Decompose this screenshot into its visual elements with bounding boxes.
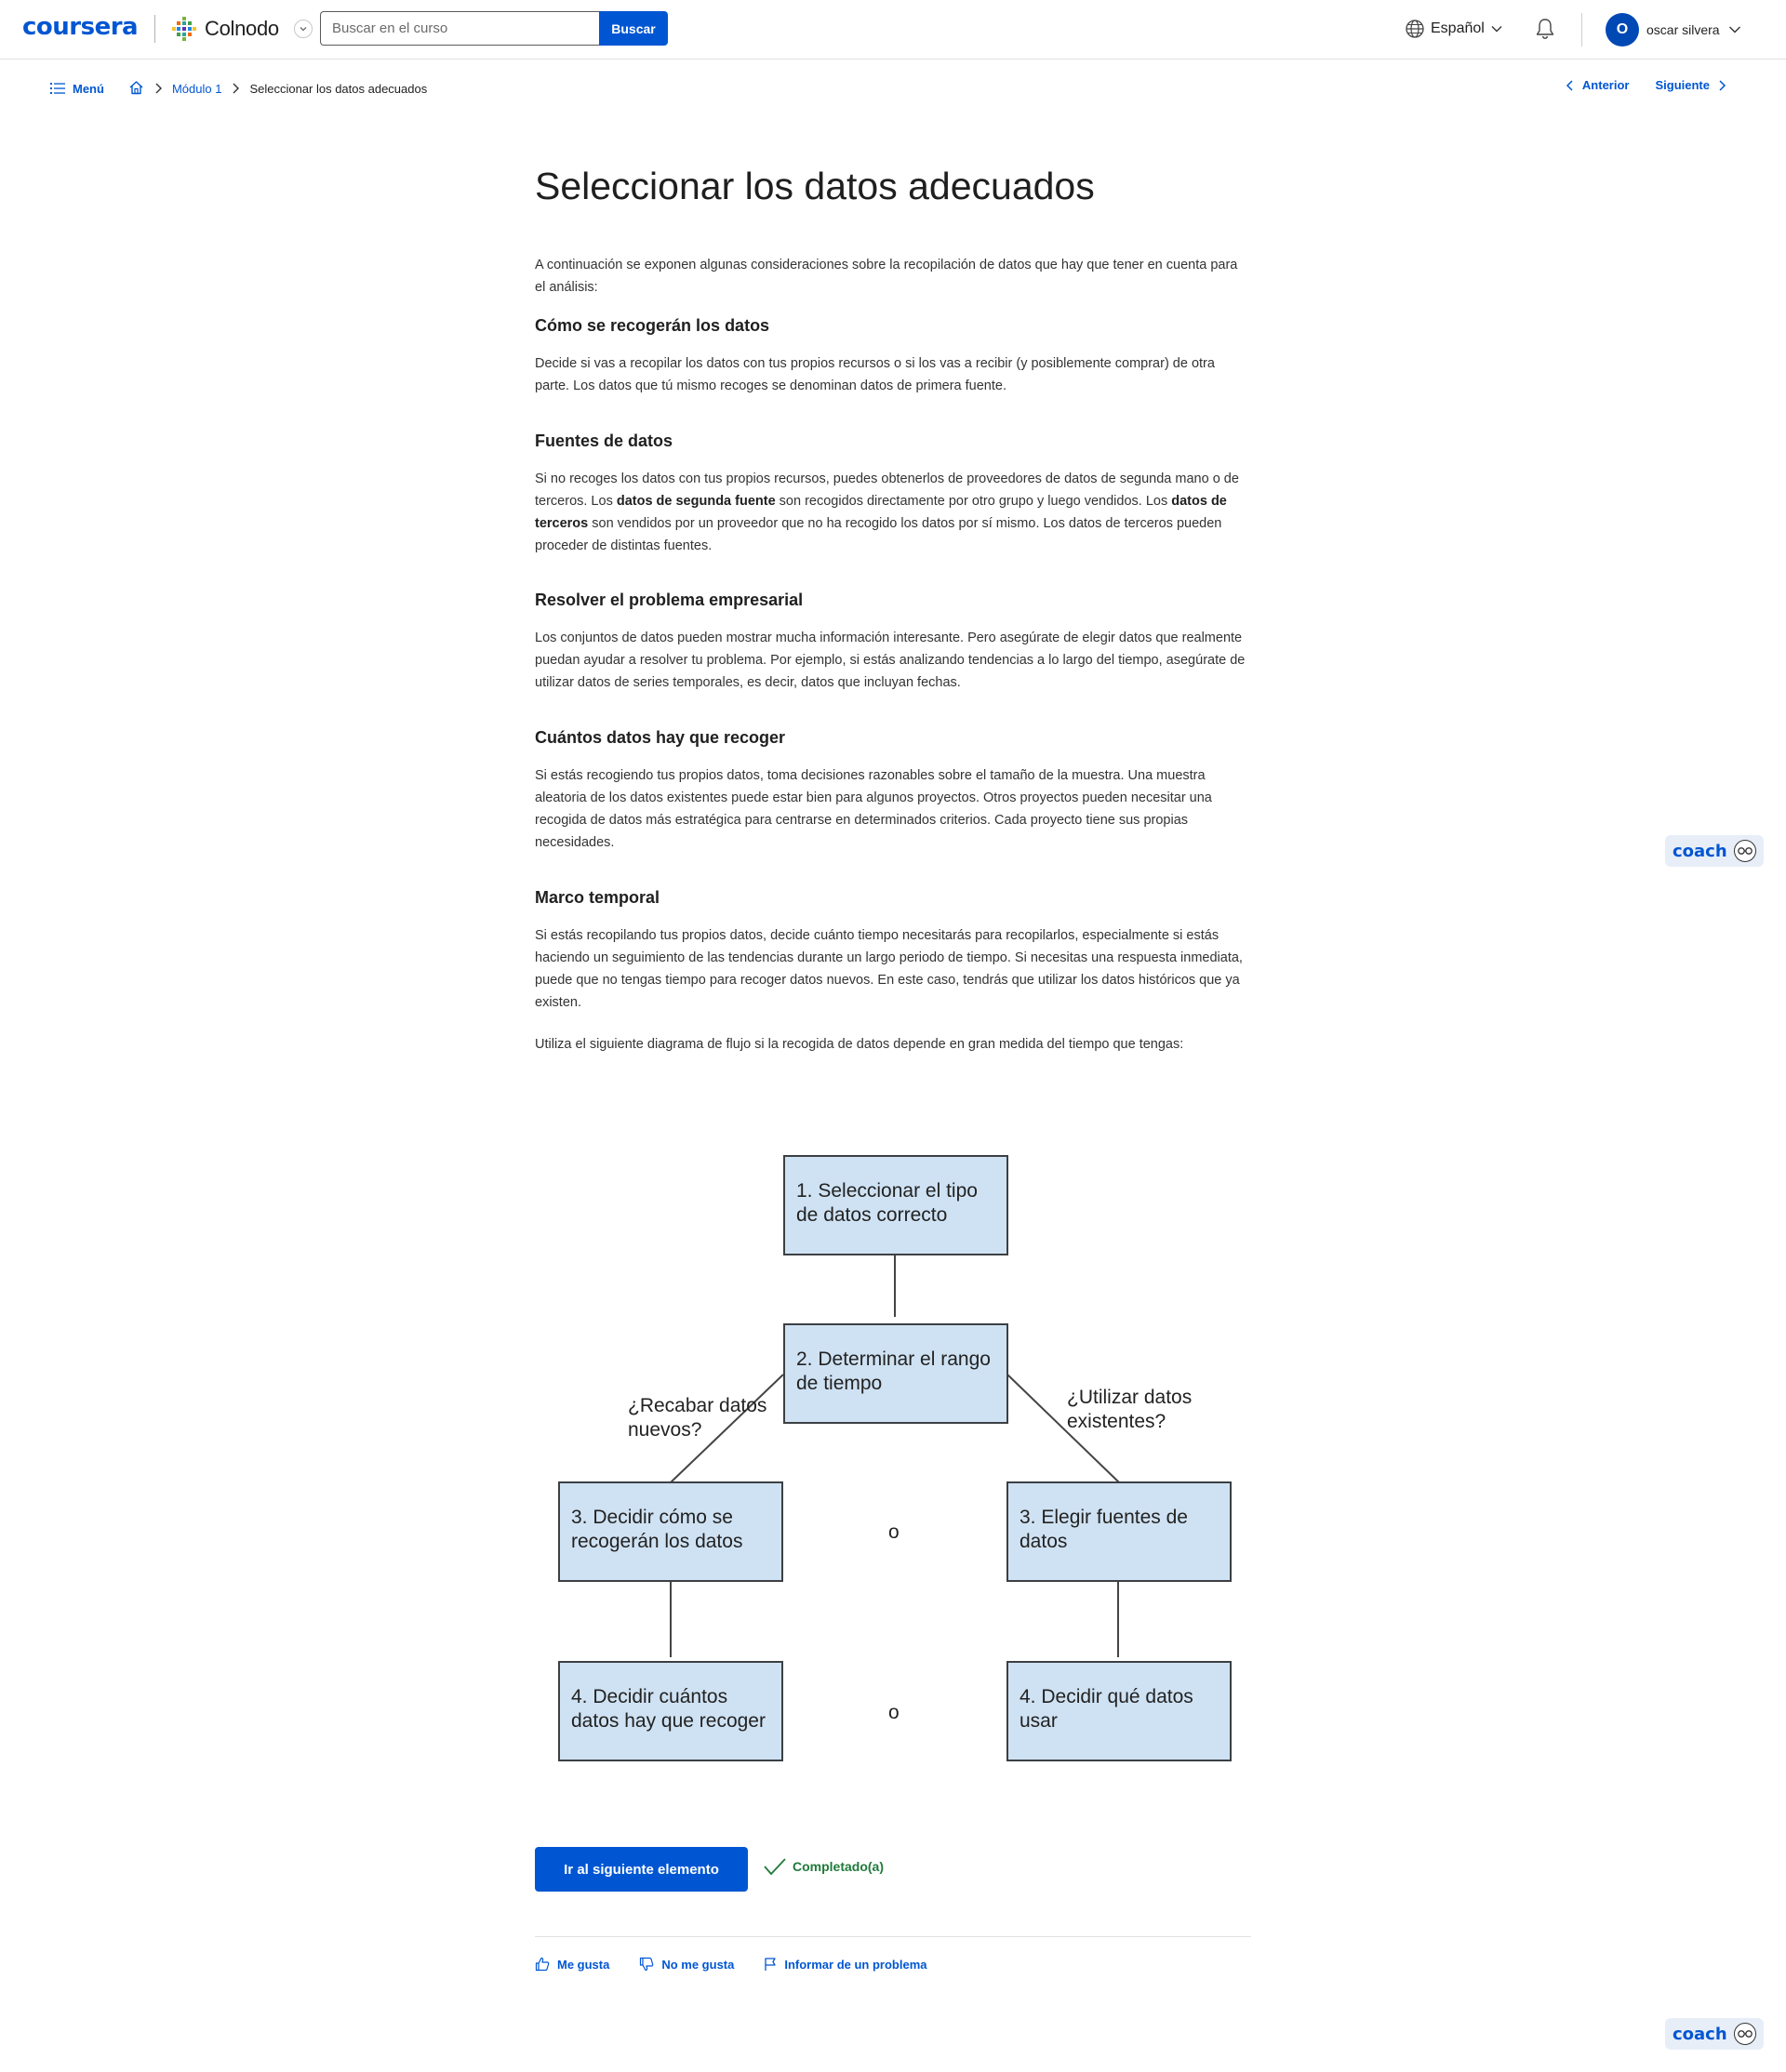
previous-label: Anterior bbox=[1581, 78, 1630, 92]
completed-label: Completado(a) bbox=[793, 1859, 884, 1874]
page-title: Seleccionar los datos adecuados bbox=[535, 165, 1095, 207]
flowchart-intro: Utiliza el siguiente diagrama de flujo s… bbox=[535, 1037, 1184, 1052]
like-button[interactable]: Me gusta bbox=[535, 1957, 609, 1972]
section-heading: Marco temporal bbox=[535, 888, 660, 907]
feedback-bar: Me gusta No me gusta Informar de un prob… bbox=[535, 1957, 927, 1972]
report-problem-label: Informar de un problema bbox=[784, 1957, 927, 1972]
header-divider bbox=[1581, 13, 1582, 46]
breadcrumb: Menú Módulo 1 Seleccionar los datos adec… bbox=[50, 78, 427, 99]
thumbs-down-icon bbox=[640, 1957, 654, 1972]
user-menu[interactable]: O oscar silvera bbox=[1606, 13, 1742, 46]
breadcrumb-current: Seleccionar los datos adecuados bbox=[249, 81, 428, 96]
user-name: oscar silvera bbox=[1646, 22, 1720, 37]
partner-switcher[interactable]: Colnodo bbox=[171, 13, 313, 45]
dislike-button[interactable]: No me gusta bbox=[639, 1957, 734, 1972]
list-icon bbox=[50, 83, 65, 94]
search-input[interactable] bbox=[320, 11, 599, 46]
language-selector[interactable]: Español bbox=[1405, 19, 1503, 39]
chevron-down-icon bbox=[1491, 26, 1502, 33]
avatar: O bbox=[1606, 13, 1639, 46]
completed-status: Completado(a) bbox=[763, 1856, 884, 1877]
chevron-down-icon[interactable] bbox=[293, 20, 313, 38]
flag-icon bbox=[765, 1958, 777, 1971]
flow-step-2: 2. Determinar el rango de tiempo bbox=[783, 1323, 1008, 1424]
section-paragraph: Decide si vas a recopilar los datos con … bbox=[535, 356, 1215, 393]
flowchart-diagram: 1. Seleccionar el tipo de datos correcto… bbox=[535, 1125, 1251, 1776]
flow-question-left: ¿Recabar datos nuevos? bbox=[628, 1395, 767, 1441]
coach-label: coach bbox=[1673, 2024, 1727, 2044]
section-paragraph: Los conjuntos de datos pueden mostrar mu… bbox=[535, 631, 1246, 690]
flow-question-right: ¿Utilizar datos existentes? bbox=[1067, 1387, 1193, 1432]
section-heading: Fuentes de datos bbox=[535, 432, 673, 450]
like-label: Me gusta bbox=[557, 1957, 610, 1972]
previous-button[interactable]: Anterior bbox=[1566, 78, 1630, 92]
item-pager: Anterior Siguiente bbox=[1566, 78, 1726, 92]
bold-term: datos de segunda fuente bbox=[616, 494, 776, 509]
menu-label: Menú bbox=[73, 81, 104, 96]
home-icon bbox=[129, 80, 143, 94]
checkmark-icon bbox=[764, 1858, 786, 1876]
chevron-down-icon bbox=[1728, 26, 1740, 33]
section-heading: Cuántos datos hay que recoger bbox=[535, 728, 786, 747]
section-heading: Cómo se recogerán los datos bbox=[535, 316, 770, 335]
coach-glasses-icon bbox=[1734, 840, 1756, 862]
text-run: son recogidos directamente por otro grup… bbox=[775, 494, 1172, 509]
bell-icon bbox=[1536, 19, 1554, 39]
chevron-right-icon bbox=[155, 83, 162, 94]
text-run: son vendidos por un proveedor que no ha … bbox=[535, 516, 1222, 553]
language-label: Español bbox=[1431, 20, 1485, 36]
report-problem-button[interactable]: Informar de un problema bbox=[764, 1957, 927, 1972]
section-paragraph: Si estás recogiendo tus propios datos, t… bbox=[535, 768, 1212, 850]
course-search: Buscar bbox=[320, 11, 668, 46]
divider bbox=[535, 1936, 1251, 1937]
dislike-label: No me gusta bbox=[661, 1957, 735, 1972]
section-heading: Resolver el problema empresarial bbox=[535, 591, 804, 609]
menu-button[interactable]: Menú bbox=[50, 82, 104, 96]
section-paragraph: Si no recoges los datos con tus propios … bbox=[535, 468, 1251, 557]
coach-button[interactable]: coach bbox=[1665, 835, 1764, 867]
flow-step-1: 1. Seleccionar el tipo de datos correcto bbox=[783, 1155, 1008, 1255]
thumbs-up-icon bbox=[535, 1957, 550, 1972]
globe-icon bbox=[1406, 20, 1424, 38]
notifications-button[interactable] bbox=[1533, 17, 1557, 46]
search-button[interactable]: Buscar bbox=[599, 11, 668, 46]
flow-or-label: o bbox=[888, 1702, 900, 1723]
colnodo-logo-icon bbox=[172, 17, 196, 41]
logo-divider bbox=[154, 15, 155, 43]
home-link[interactable] bbox=[128, 80, 144, 98]
reading-content: Seleccionar los datos adecuados A contin… bbox=[535, 160, 1251, 1052]
section-paragraph: Si estás recopilando tus propios datos, … bbox=[535, 928, 1243, 1010]
flow-step-3-right: 3. Elegir fuentes de datos bbox=[1006, 1481, 1232, 1582]
next-button[interactable]: Siguiente bbox=[1655, 78, 1726, 92]
partner-name: Colnodo bbox=[205, 17, 279, 40]
breadcrumb-module-link[interactable]: Módulo 1 bbox=[172, 82, 221, 96]
coach-label: coach bbox=[1673, 841, 1727, 861]
intro-paragraph: A continuación se exponen algunas consid… bbox=[535, 258, 1238, 295]
coursera-logo[interactable]: coursera bbox=[22, 13, 139, 41]
coach-glasses-icon bbox=[1734, 2023, 1756, 2045]
top-header: coursera Colnodo Buscar en el curso Busc… bbox=[0, 0, 1786, 60]
next-label: Siguiente bbox=[1655, 78, 1710, 92]
flow-step-3-left: 3. Decidir cómo se recogerán los datos bbox=[558, 1481, 783, 1582]
flow-or-label: o bbox=[888, 1521, 900, 1543]
chevron-left-icon bbox=[1566, 79, 1573, 91]
next-item-button[interactable]: Ir al siguiente elemento bbox=[535, 1847, 748, 1892]
chevron-right-icon bbox=[233, 83, 240, 94]
flow-step-4-left: 4. Decidir cuántos datos hay que recoger bbox=[558, 1661, 783, 1761]
flow-step-4-right: 4. Decidir qué datos usar bbox=[1006, 1661, 1232, 1761]
coach-button[interactable]: coach bbox=[1665, 2018, 1764, 2050]
chevron-right-icon bbox=[1719, 79, 1726, 91]
